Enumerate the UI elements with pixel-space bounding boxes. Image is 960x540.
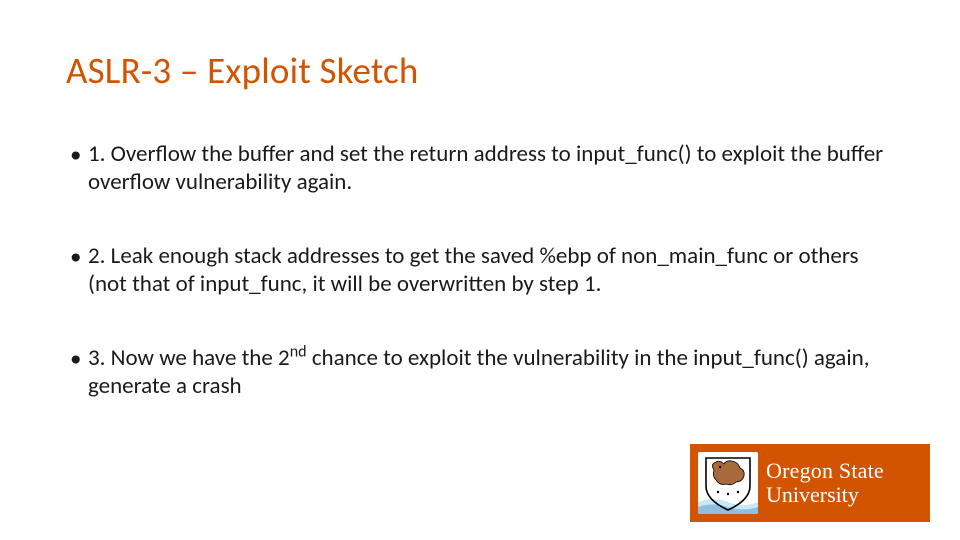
- bullet-dot-icon: •: [70, 243, 88, 271]
- osu-seal-icon: [698, 452, 758, 514]
- osu-logo-line1: Oregon State: [766, 460, 884, 482]
- bullet-item: • 2. Leak enough stack addresses to get …: [70, 242, 890, 298]
- osu-logo: Oregon State University: [690, 444, 930, 522]
- bullet-item: • 1. Overflow the buffer and set the ret…: [70, 140, 890, 196]
- bullet-text: 1. Overflow the buffer and set the retur…: [88, 140, 890, 196]
- slide-title: ASLR-3 – Exploit Sketch: [66, 48, 419, 93]
- osu-logo-text: Oregon State University: [766, 460, 884, 507]
- bullet-dot-icon: •: [70, 141, 88, 169]
- bullet-dot-icon: •: [70, 345, 88, 373]
- bullet-text: 3. Now we have the 2nd chance to exploit…: [88, 344, 890, 400]
- bullet-item: • 3. Now we have the 2nd chance to explo…: [70, 344, 890, 400]
- osu-logo-line2: University: [766, 484, 884, 506]
- slide-body: • 1. Overflow the buffer and set the ret…: [70, 140, 890, 446]
- bullet-text: 2. Leak enough stack addresses to get th…: [88, 242, 890, 298]
